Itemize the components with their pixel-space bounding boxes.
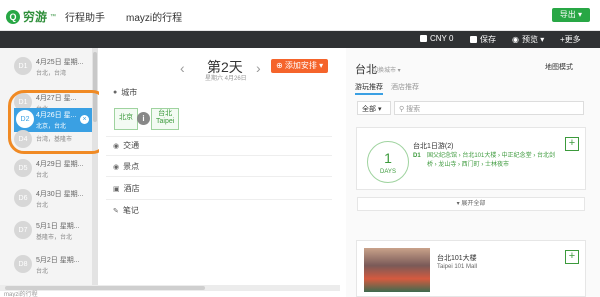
section-hotel-label: 酒店 xyxy=(123,184,140,193)
day-date: 4月30日 星期... xyxy=(36,191,84,198)
prev-day-icon[interactable]: ‹ xyxy=(180,60,185,76)
next-day-icon[interactable]: › xyxy=(256,60,261,76)
toolbar: CNY 0 保存 ◉ 预览 ▾ +更多 xyxy=(0,31,600,48)
section-city-label: 城市 xyxy=(121,88,138,97)
map-mode-button[interactable]: 地图模式 xyxy=(545,62,573,72)
divider xyxy=(106,176,332,177)
day-badge: D7 xyxy=(14,221,32,239)
day-badge: D5 xyxy=(14,159,32,177)
top-header: Q 穷游 ™ 行程助手 mayzi的行程 导出 ▾ xyxy=(0,0,600,31)
status-bar: mayzi的行程 xyxy=(4,292,38,297)
logo-tm: ™ xyxy=(50,13,57,20)
save-label: 保存 xyxy=(480,35,496,44)
section-poi-label: 景点 xyxy=(123,162,140,171)
day-item[interactable]: D7 5月1日 星期... 基隆市，台北 xyxy=(0,219,92,243)
filter-select[interactable]: 全部 ▾ xyxy=(357,101,391,115)
save-button[interactable]: 保存 xyxy=(470,34,496,45)
day-date: 5月2日 星期... xyxy=(36,257,80,264)
tab-hotel[interactable]: 酒店推荐 xyxy=(391,82,419,95)
recommend-tabs: 游玩推荐 酒店推荐 xyxy=(355,82,419,95)
day-badge: D8 xyxy=(14,255,32,273)
hotel-icon: ▣ xyxy=(113,185,120,193)
section-note[interactable]: ✎ 笔记 xyxy=(113,205,139,216)
day-cities: 基隆市，台北 xyxy=(36,235,73,241)
day-subtitle: 星期六 4月26日 xyxy=(205,76,247,82)
day-cities: 台北 xyxy=(36,203,49,209)
day-cities: 台北 xyxy=(36,173,49,179)
divider xyxy=(106,136,332,137)
days-label: DAYS xyxy=(380,169,396,175)
day-item[interactable]: D8 5月2日 星期... 台北 xyxy=(0,253,92,277)
day-date: 5月1日 星期... xyxy=(36,223,80,230)
poi-image xyxy=(364,248,430,292)
section-poi[interactable]: ◉ 景点 xyxy=(113,161,139,172)
plan-title[interactable]: 台北1日游(2) xyxy=(413,141,453,151)
day-list-scrollbar[interactable] xyxy=(92,48,98,288)
more-button[interactable]: +更多 xyxy=(560,34,581,45)
logo[interactable]: Q 穷游 ™ 行程助手 xyxy=(6,8,105,25)
add-plan-button[interactable]: + xyxy=(565,137,579,151)
days-circle: 1 DAYS xyxy=(367,141,409,183)
transport-icon: ◉ xyxy=(113,142,120,150)
divider xyxy=(106,199,332,200)
expand-all-button[interactable]: ▾ 展开全部 xyxy=(357,197,585,211)
location-pin-icon: ● xyxy=(113,89,118,96)
highlight-annotation xyxy=(8,90,108,154)
preview-button[interactable]: ◉ 预览 ▾ xyxy=(512,34,544,45)
search-input[interactable]: ⚲ 搜索 xyxy=(394,101,584,115)
day-date: 4月29日 星期... xyxy=(36,161,84,168)
poi-english-name: Taipei 101 Mall xyxy=(437,264,478,270)
plan-poi-list: 国父纪念馆 › 台北101大楼 › 中正纪念堂 › 台北剑桥 › 龙山寺 › 西… xyxy=(427,153,556,168)
poi-name[interactable]: 台北101大楼 xyxy=(437,253,477,263)
day-item[interactable]: D1 4月25日 星期... 台北，台湾 xyxy=(0,55,92,79)
currency-button[interactable]: CNY 0 xyxy=(420,34,453,43)
day-date: 4月25日 星期... xyxy=(36,59,84,66)
day-badge: D6 xyxy=(14,189,32,207)
day-item[interactable]: D5 4月29日 星期... 台北 xyxy=(0,157,92,181)
wallet-icon xyxy=(420,35,427,42)
days-number: 1 xyxy=(384,150,392,166)
day-item[interactable]: D6 4月30日 星期... 台北 xyxy=(0,187,92,211)
eye-icon: ◉ xyxy=(113,163,120,171)
add-arrangement-button[interactable]: ⊕ 添加安排 ▾ xyxy=(271,59,329,73)
day-cities: 台北，台湾 xyxy=(36,71,67,77)
city-tag-taipei[interactable]: 台北 Taipei xyxy=(151,108,180,130)
trip-title[interactable]: mayzi的行程 xyxy=(126,9,182,24)
day-list: D1 4月25日 星期... 台北，台湾 D1 4月27日 星... 台北 D2… xyxy=(0,48,98,288)
more-label: +更多 xyxy=(560,35,581,44)
city-tag-beijing[interactable]: 北京 xyxy=(114,108,138,130)
section-note-label: 笔记 xyxy=(122,206,139,215)
switch-city-link[interactable]: 切换城市 ▾ xyxy=(372,65,401,74)
section-traffic[interactable]: ◉ 交通 xyxy=(113,140,139,151)
preview-label: 预览 ▾ xyxy=(521,35,545,44)
app-name: 行程助手 xyxy=(65,13,106,24)
horizontal-scrollbar[interactable] xyxy=(0,285,340,291)
logo-mark-icon: Q xyxy=(6,9,20,24)
day-cities: 台北 xyxy=(36,269,49,275)
day-badge: D1 xyxy=(14,57,32,75)
export-button[interactable]: 导出 ▾ xyxy=(551,8,590,22)
section-traffic-label: 交通 xyxy=(123,141,140,150)
section-hotel[interactable]: ▣ 酒店 xyxy=(113,183,140,194)
divider xyxy=(106,155,332,156)
info-icon[interactable]: i xyxy=(137,112,150,125)
currency-label: CNY 0 xyxy=(430,34,454,43)
save-icon xyxy=(470,36,477,43)
add-poi-button[interactable]: + xyxy=(565,250,579,264)
plan-day-label: D1 xyxy=(413,153,421,159)
pencil-icon: ✎ xyxy=(113,207,119,215)
section-city[interactable]: ● 城市 xyxy=(113,87,137,98)
eye-icon: ◉ xyxy=(512,35,519,44)
logo-text: 穷游 xyxy=(23,10,48,24)
search-placeholder: 搜索 xyxy=(406,106,421,113)
tab-play[interactable]: 游玩推荐 xyxy=(355,82,383,95)
